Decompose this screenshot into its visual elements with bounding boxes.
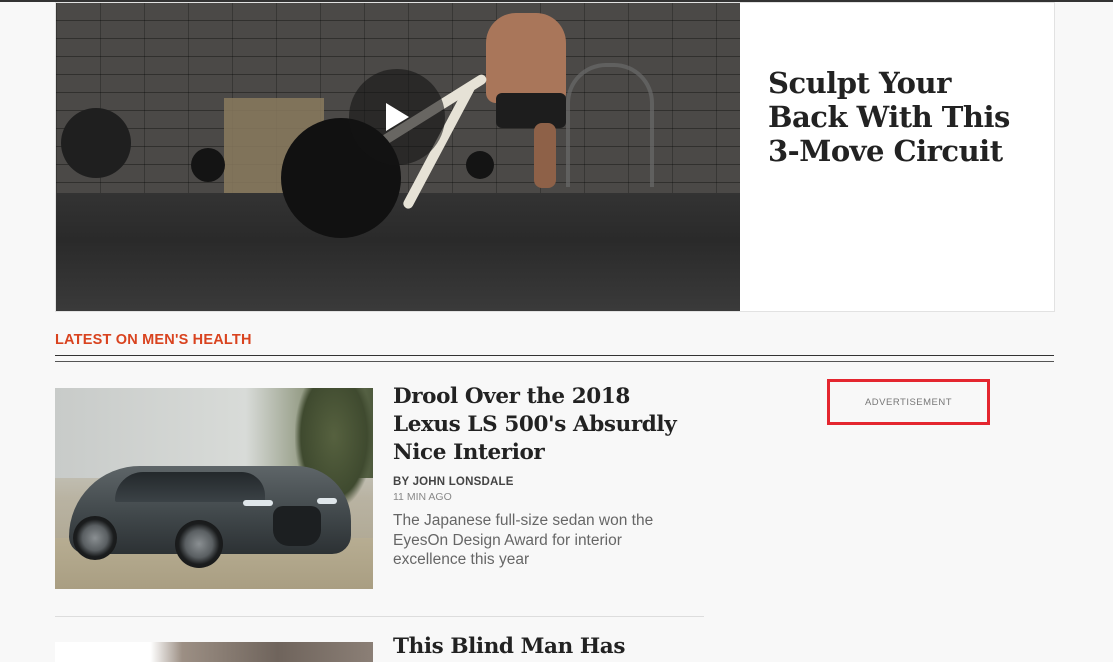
hero-weight-rack [566, 63, 654, 187]
hero-video[interactable] [56, 3, 740, 311]
article-divider [55, 616, 704, 617]
article-byline: BY JOHN LONSDALE [393, 476, 514, 488]
article-title[interactable]: This Blind Man Has [393, 633, 713, 661]
hero-kettlebell [466, 151, 494, 179]
hero-text-panel: Sculpt Your Back With This 3-Move Circui… [740, 3, 1054, 311]
section-divider [55, 361, 1054, 362]
car-wheel [175, 520, 223, 568]
advertisement-slot[interactable]: ADVERTISEMENT [827, 379, 990, 425]
article-dek: The Japanese full-size sedan won the Eye… [393, 512, 654, 568]
section-title: LATEST ON MEN'S HEALTH [55, 332, 252, 348]
car-headlight [243, 500, 273, 506]
play-icon [386, 103, 409, 131]
hero-kettlebell [191, 148, 225, 182]
hero-athlete [486, 13, 566, 103]
hero-athlete-shorts [496, 93, 566, 128]
article-thumbnail[interactable] [55, 642, 373, 662]
article-title[interactable]: Drool Over the 2018 Lexus LS 500's Absur… [393, 383, 693, 467]
play-button[interactable] [349, 69, 445, 165]
car-headlight [317, 498, 337, 504]
article-timestamp: 11 MIN AGO [393, 491, 452, 503]
hero-athlete-leg [534, 123, 556, 188]
car-grille [273, 506, 321, 546]
section-divider [55, 355, 1054, 356]
hero-title[interactable]: Sculpt Your Back With This 3-Move Circui… [768, 66, 1038, 168]
car-window [115, 472, 265, 502]
article-thumbnail[interactable] [55, 388, 373, 589]
hero-feature[interactable]: Sculpt Your Back With This 3-Move Circui… [55, 2, 1055, 312]
car-wheel [73, 516, 117, 560]
hero-kettlebell [61, 108, 131, 178]
hero-gym-floor [56, 193, 740, 311]
advertisement-label: ADVERTISEMENT [864, 396, 953, 408]
